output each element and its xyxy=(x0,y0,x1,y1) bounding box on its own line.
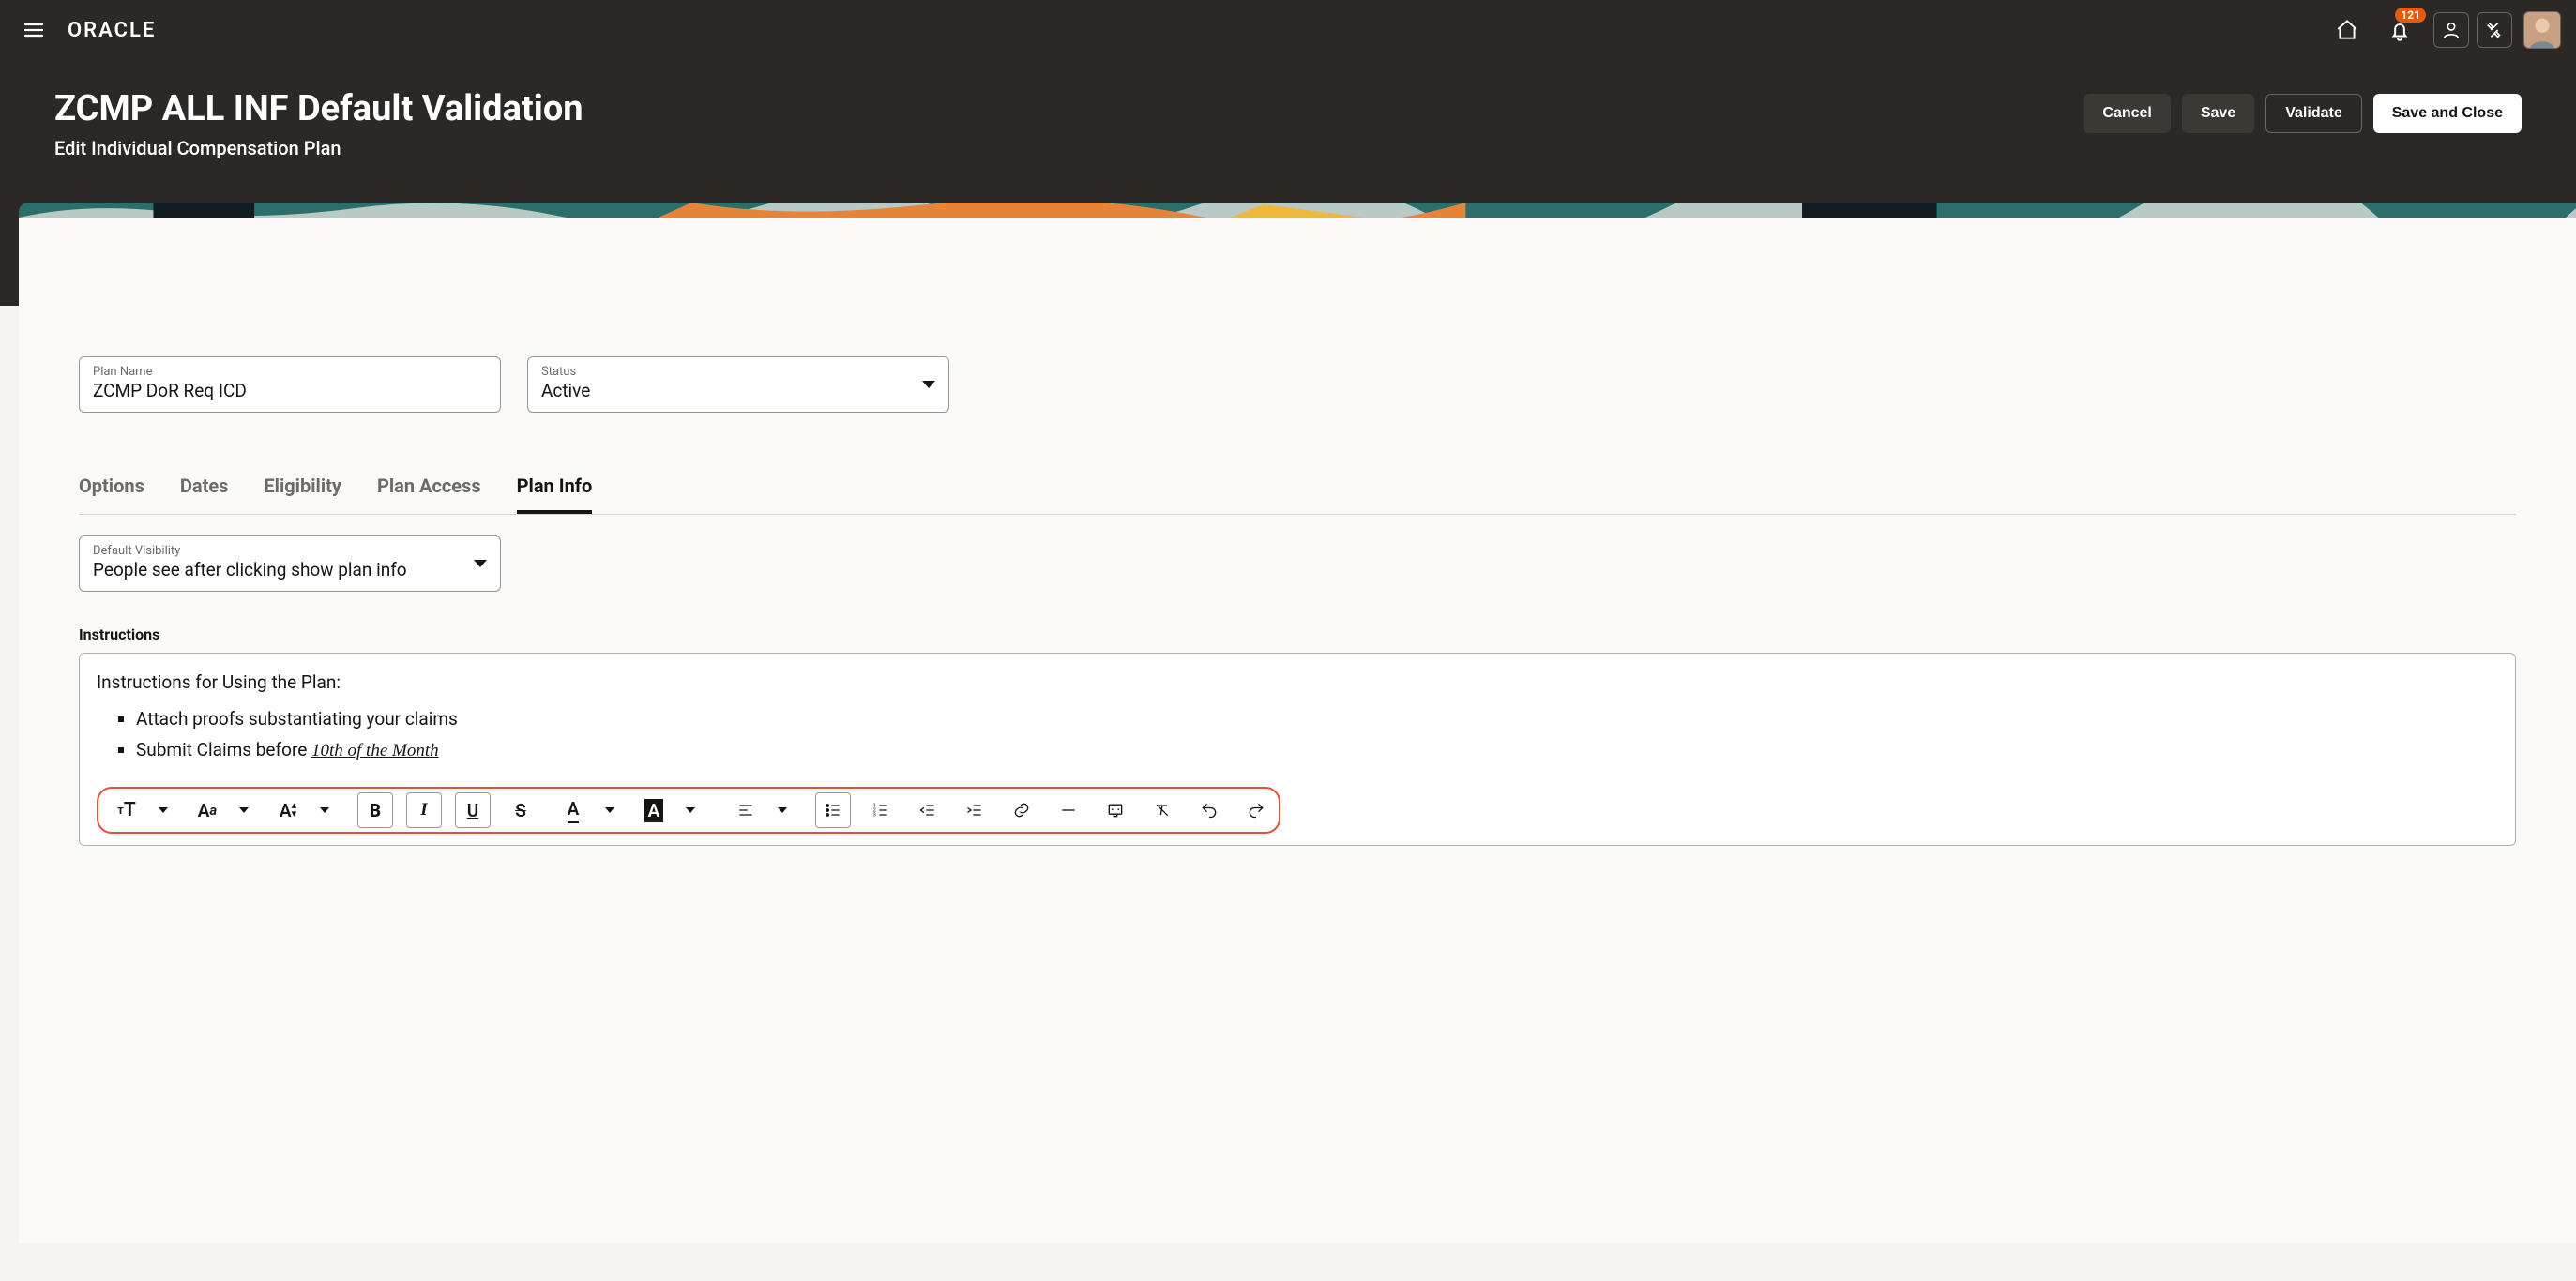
bg-color-menu[interactable] xyxy=(671,791,705,829)
svg-text:3: 3 xyxy=(873,813,876,819)
page-title: ZCMP ALL INF Default Validation xyxy=(54,88,583,129)
save-and-close-button[interactable]: Save and Close xyxy=(2373,94,2522,133)
horizontal-rule-button[interactable] xyxy=(1052,791,1085,829)
outdent-button[interactable] xyxy=(911,791,945,829)
chevron-down-icon xyxy=(474,560,487,567)
avatar[interactable] xyxy=(2523,11,2561,49)
tab-eligibility[interactable]: Eligibility xyxy=(264,475,341,514)
text-size-menu[interactable] xyxy=(144,791,177,829)
save-button[interactable]: Save xyxy=(2182,94,2254,133)
tab-plan-info[interactable]: Plan Info xyxy=(517,475,593,514)
page-subtitle: Edit Individual Compensation Plan xyxy=(54,137,583,159)
tabs: Options Dates Eligibility Plan Access Pl… xyxy=(79,475,2516,515)
instruction-item: Submit Claims before 10th of the Month xyxy=(136,735,2498,766)
notifications-icon[interactable]: 121 xyxy=(2383,13,2417,47)
bullet-list-button[interactable] xyxy=(815,792,851,828)
link-button[interactable] xyxy=(1005,791,1038,829)
default-visibility-field[interactable]: Default Visibility People see after clic… xyxy=(79,535,501,592)
title-bar: ZCMP ALL INF Default Validation Edit Ind… xyxy=(0,60,2576,203)
plan-name-label: Plan Name xyxy=(93,365,487,379)
font-color-menu[interactable] xyxy=(590,791,624,829)
editor-content[interactable]: Instructions for Using the Plan: Attach … xyxy=(97,669,2498,766)
action-buttons: Cancel Save Validate Save and Close xyxy=(2084,88,2522,133)
instruction-item: Attach proofs substantiating your claims xyxy=(136,704,2498,734)
app-header: ORACLE 121 ZCMP ALL INF Default Validati xyxy=(0,0,2576,203)
numbered-list-button[interactable]: 123 xyxy=(864,791,898,829)
notification-badge: 121 xyxy=(2395,8,2426,23)
plan-name-value: ZCMP DoR Req ICD xyxy=(93,379,487,401)
code-block-button[interactable] xyxy=(1099,791,1132,829)
underline-button[interactable]: U xyxy=(455,792,491,828)
validate-button[interactable]: Validate xyxy=(2265,94,2361,133)
font-color-button[interactable]: A xyxy=(556,791,590,829)
font-size-adjust-button[interactable]: A▴▾ xyxy=(271,791,305,829)
home-icon[interactable] xyxy=(2330,13,2364,47)
cancel-button[interactable]: Cancel xyxy=(2084,94,2170,133)
status-field[interactable]: Status Active xyxy=(527,356,949,413)
default-visibility-label: Default Visibility xyxy=(93,544,461,558)
status-value: Active xyxy=(541,379,909,401)
bold-button[interactable]: B xyxy=(357,792,393,828)
editor-toolbar: тT Aa A▴▾ B I U S xyxy=(97,787,1280,834)
user-icon[interactable] xyxy=(2433,12,2469,48)
italic-button[interactable]: I xyxy=(406,792,442,828)
instructions-heading: Instructions for Using the Plan: xyxy=(97,669,2498,697)
chevron-down-icon xyxy=(922,381,935,388)
tab-dates[interactable]: Dates xyxy=(180,475,229,514)
oracle-logo: ORACLE xyxy=(68,19,156,42)
font-size-adjust-menu[interactable] xyxy=(305,791,339,829)
text-size-button[interactable]: тT xyxy=(110,791,144,829)
instructions-label: Instructions xyxy=(79,625,2516,643)
tools-icon[interactable] xyxy=(2477,12,2512,48)
indent-button[interactable] xyxy=(958,791,992,829)
menu-icon[interactable] xyxy=(15,11,53,49)
align-button[interactable] xyxy=(729,791,763,829)
font-case-menu[interactable] xyxy=(224,791,258,829)
clear-formatting-button[interactable] xyxy=(1145,791,1179,829)
tab-plan-access[interactable]: Plan Access xyxy=(377,475,481,514)
font-case-button[interactable]: Aa xyxy=(190,791,224,829)
align-menu[interactable] xyxy=(763,791,796,829)
undo-button[interactable] xyxy=(1192,791,1226,829)
decorative-strip-container xyxy=(0,203,2576,306)
decorative-strip xyxy=(19,203,2576,218)
tab-options[interactable]: Options xyxy=(79,475,144,514)
topbar: ORACLE 121 xyxy=(0,0,2576,60)
strikethrough-button[interactable]: S xyxy=(504,791,538,829)
instructions-editor[interactable]: Instructions for Using the Plan: Attach … xyxy=(79,653,2516,846)
status-label: Status xyxy=(541,365,909,379)
redo-button[interactable] xyxy=(1239,791,1273,829)
default-visibility-value: People see after clicking show plan info xyxy=(93,558,461,580)
plan-name-field[interactable]: Plan Name ZCMP DoR Req ICD xyxy=(79,356,501,413)
main-content: Plan Name ZCMP DoR Req ICD Status Active… xyxy=(19,306,2576,846)
bg-color-button[interactable]: A xyxy=(637,791,671,829)
